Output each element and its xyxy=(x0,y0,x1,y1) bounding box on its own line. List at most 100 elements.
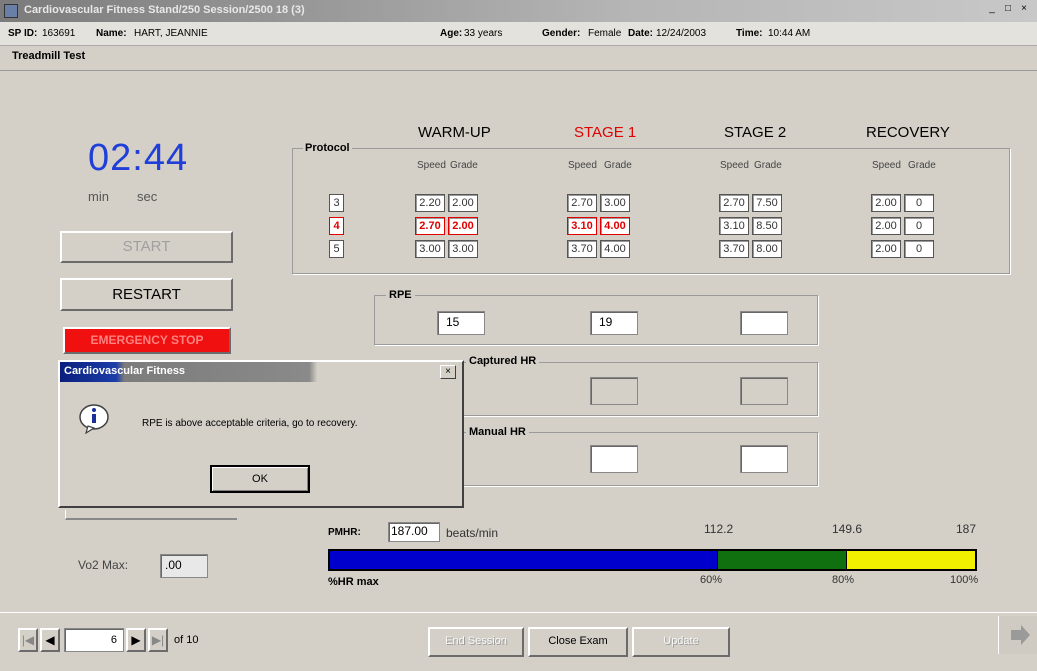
dialog-title: Cardiovascular Fitness xyxy=(64,365,186,377)
recovery-speed-cell[interactable]: 2.00 xyxy=(871,194,901,212)
stage2-speed-cell[interactable]: 2.70 xyxy=(719,194,749,212)
sp-id-value: 163691 xyxy=(42,28,76,39)
protocol-4-button[interactable]: 4 xyxy=(329,217,344,235)
dialog-message: RPE is above acceptable criteria, go to … xyxy=(142,418,358,429)
stage2-speed-cell[interactable]: 3.70 xyxy=(719,240,749,258)
hr-zone-80-100 xyxy=(846,551,975,569)
protocol-groupbox xyxy=(292,148,1010,274)
prev-record-button[interactable]: ◀ xyxy=(40,628,60,652)
warmup-speed-cell[interactable]: 2.70 xyxy=(415,217,445,235)
manual-hr-stage2-input[interactable] xyxy=(740,445,788,473)
col-header-grade: Grade xyxy=(604,160,632,171)
hr-tick-60: 112.2 xyxy=(704,522,734,536)
recovery-grade-cell[interactable]: 0 xyxy=(904,217,934,235)
pct-label-100: 100% xyxy=(950,574,979,586)
warmup-grade-cell[interactable]: 2.00 xyxy=(448,194,478,212)
stage1-grade-cell[interactable]: 3.00 xyxy=(600,194,630,212)
hr-tick-100: 187 xyxy=(956,522,977,536)
next-record-button[interactable]: ▶ xyxy=(126,628,146,652)
gender-label: Gender: xyxy=(542,28,581,39)
col-header-grade: Grade xyxy=(908,160,936,171)
minimize-button[interactable]: _ xyxy=(984,3,1000,17)
col-header-speed: Speed xyxy=(720,160,749,171)
timer-display: 02:44 xyxy=(88,137,188,180)
record-count-label: of 10 xyxy=(174,634,199,646)
maximize-button[interactable]: □ xyxy=(1000,3,1016,17)
window-title: Cardiovascular Fitness Stand/250 Session… xyxy=(24,4,305,16)
recovery-grade-cell[interactable]: 0 xyxy=(904,194,934,212)
emergency-stop-button[interactable]: EMERGENCY STOP xyxy=(63,327,231,354)
first-record-button[interactable]: |◀ xyxy=(18,628,38,652)
close-exam-button[interactable]: Close Exam xyxy=(528,627,628,657)
col-header-speed: Speed xyxy=(417,160,446,171)
protocol-3-button[interactable]: 3 xyxy=(329,194,344,212)
stage2-grade-cell[interactable]: 8.50 xyxy=(752,217,782,235)
time-label: Time: xyxy=(736,28,763,39)
stage1-speed-cell[interactable]: 3.70 xyxy=(567,240,597,258)
recovery-speed-cell[interactable]: 2.00 xyxy=(871,240,901,258)
stage1-grade-cell[interactable]: 4.00 xyxy=(600,240,630,258)
end-session-button[interactable]: End Session xyxy=(428,627,524,657)
restart-button[interactable]: RESTART xyxy=(60,278,233,311)
age-value: 33 years xyxy=(464,28,503,39)
captured-hr-stage1-input xyxy=(590,377,638,405)
warmup-grade-cell[interactable]: 2.00 xyxy=(448,217,478,235)
warmup-grade-cell[interactable]: 3.00 xyxy=(448,240,478,258)
col-header-speed: Speed xyxy=(872,160,901,171)
close-button[interactable]: × xyxy=(1016,3,1032,17)
age-label: Age: xyxy=(440,28,463,39)
start-button[interactable]: START xyxy=(60,231,233,263)
col-header-grade: Grade xyxy=(450,160,478,171)
rpe-stage1-input[interactable]: 19 xyxy=(590,311,638,335)
warmup-speed-cell[interactable]: 3.00 xyxy=(415,240,445,258)
alert-dialog: Cardiovascular Fitness × RPE is above ac… xyxy=(58,360,464,508)
last-record-button[interactable]: ▶| xyxy=(148,628,168,652)
record-number-input[interactable]: 6 xyxy=(64,628,124,652)
timer-sec-label: sec xyxy=(137,189,158,204)
pmhr-unit: beats/min xyxy=(446,526,499,540)
timer-separator: : xyxy=(132,137,144,179)
manual-hr-stage1-input[interactable] xyxy=(590,445,638,473)
stage1-speed-cell[interactable]: 3.10 xyxy=(567,217,597,235)
stage1-grade-cell[interactable]: 4.00 xyxy=(600,217,630,235)
recovery-grade-cell[interactable]: 0 xyxy=(904,240,934,258)
stage-header-stage1: STAGE 1 xyxy=(574,124,637,141)
hr-max-axis-label: %HR max xyxy=(328,576,379,588)
pct-label-80: 80% xyxy=(832,574,855,586)
stage1-speed-cell[interactable]: 2.70 xyxy=(567,194,597,212)
warmup-speed-cell[interactable]: 2.20 xyxy=(415,194,445,212)
stage-header-stage2: STAGE 2 xyxy=(724,124,787,141)
manual-hr-label: Manual HR xyxy=(466,426,529,438)
next-arrow-button[interactable] xyxy=(998,616,1037,654)
col-header-grade: Grade xyxy=(754,160,782,171)
recovery-speed-cell[interactable]: 2.00 xyxy=(871,217,901,235)
rpe-warmup-input[interactable]: 15 xyxy=(437,311,485,335)
time-value: 10:44 AM xyxy=(768,28,811,39)
name-value: HART, JEANNIE xyxy=(134,28,208,39)
hr-zone-below-60 xyxy=(330,551,717,569)
rpe-stage2-input[interactable] xyxy=(740,311,788,335)
protocol-5-button[interactable]: 5 xyxy=(329,240,344,258)
stage2-speed-cell[interactable]: 3.10 xyxy=(719,217,749,235)
pmhr-input[interactable]: 187.00 xyxy=(388,522,440,542)
stage2-grade-cell[interactable]: 7.50 xyxy=(752,194,782,212)
arrow-right-icon xyxy=(1011,625,1030,645)
dialog-titlebar: Cardiovascular Fitness xyxy=(60,362,462,382)
gender-value: Female xyxy=(588,28,622,39)
hr-tick-80: 149.6 xyxy=(832,522,863,536)
stage2-grade-cell[interactable]: 8.00 xyxy=(752,240,782,258)
hr-zone-bar xyxy=(328,549,977,571)
window-titlebar: Cardiovascular Fitness Stand/250 Session… xyxy=(0,0,1037,22)
timer-min-label: min xyxy=(88,189,109,204)
hr-zone-60-80 xyxy=(717,551,846,569)
col-header-speed: Speed xyxy=(568,160,597,171)
timer-minutes: 02 xyxy=(88,137,133,179)
captured-hr-stage2-input xyxy=(740,377,788,405)
section-divider xyxy=(0,70,1037,71)
dialog-ok-button[interactable]: OK xyxy=(210,465,310,493)
stage-header-warmup: WARM-UP xyxy=(418,124,491,141)
stage-header-recovery: RECOVERY xyxy=(866,124,950,141)
dialog-close-button[interactable]: × xyxy=(440,365,456,379)
disabled-action-button[interactable]: Update xyxy=(632,627,730,657)
captured-hr-label: Captured HR xyxy=(466,355,540,367)
